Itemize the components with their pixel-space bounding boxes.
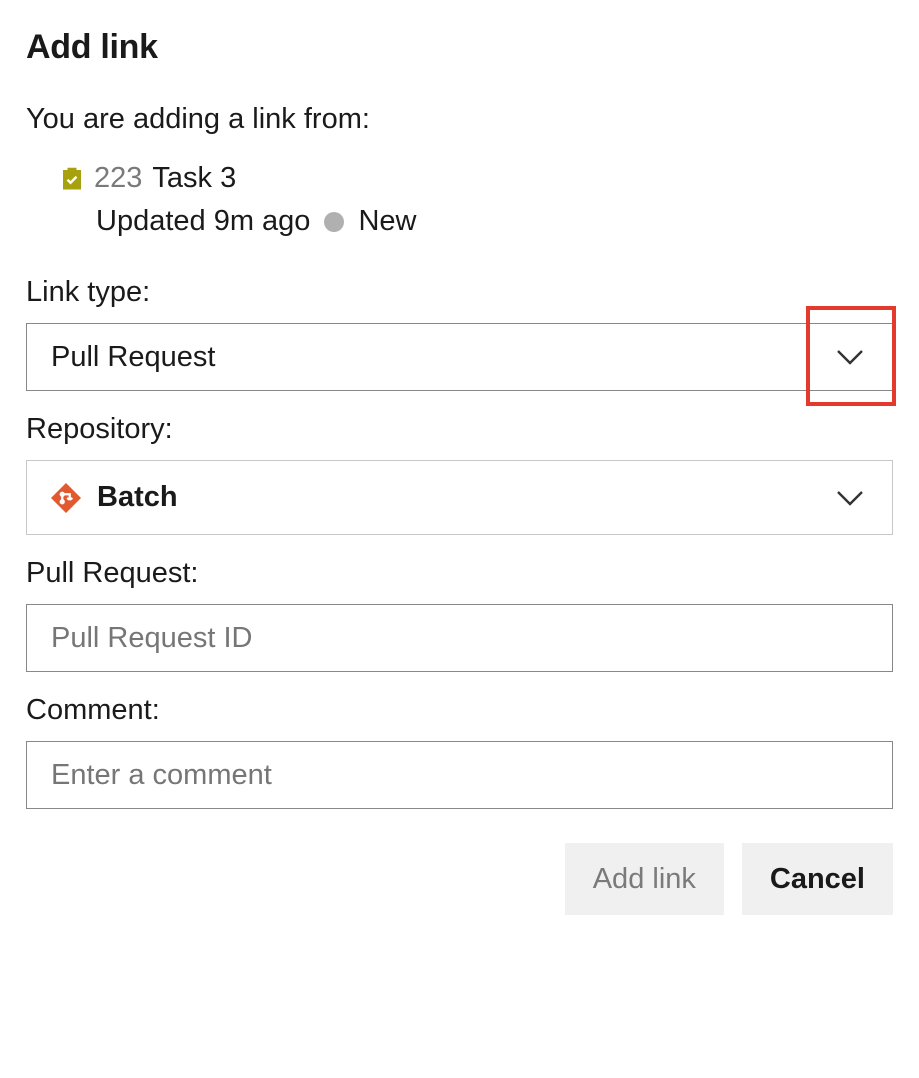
git-repo-icon	[51, 483, 81, 513]
dialog-title: Add link	[26, 28, 893, 67]
repository-field-group: Repository: Batch	[26, 413, 893, 535]
link-type-field-group: Link type: Pull Request	[26, 276, 893, 391]
chevron-down-icon	[832, 339, 868, 375]
repository-value: Batch	[97, 481, 178, 514]
work-item-updated: Updated 9m ago	[96, 205, 310, 238]
pull-request-field-group: Pull Request:	[26, 557, 893, 672]
link-type-label: Link type:	[26, 276, 893, 309]
pull-request-input[interactable]	[26, 604, 893, 672]
task-icon	[60, 167, 84, 191]
repository-label: Repository:	[26, 413, 893, 446]
work-item-id: 223	[94, 162, 142, 195]
repository-select[interactable]: Batch	[26, 460, 893, 535]
comment-input[interactable]	[26, 741, 893, 809]
work-item-reference: 223 Task 3 Updated 9m ago New	[26, 162, 893, 238]
comment-label: Comment:	[26, 694, 893, 727]
chevron-down-icon	[832, 480, 868, 516]
link-type-value: Pull Request	[51, 341, 215, 374]
link-type-select[interactable]: Pull Request	[26, 323, 893, 391]
work-item-title: Task 3	[152, 162, 236, 195]
pull-request-label: Pull Request:	[26, 557, 893, 590]
state-dot-icon	[324, 212, 344, 232]
comment-field-group: Comment:	[26, 694, 893, 809]
cancel-button[interactable]: Cancel	[742, 843, 893, 915]
dialog-button-row: Add link Cancel	[26, 843, 893, 915]
add-link-button[interactable]: Add link	[565, 843, 724, 915]
intro-text: You are adding a link from:	[26, 103, 893, 136]
work-item-state: New	[358, 205, 416, 238]
